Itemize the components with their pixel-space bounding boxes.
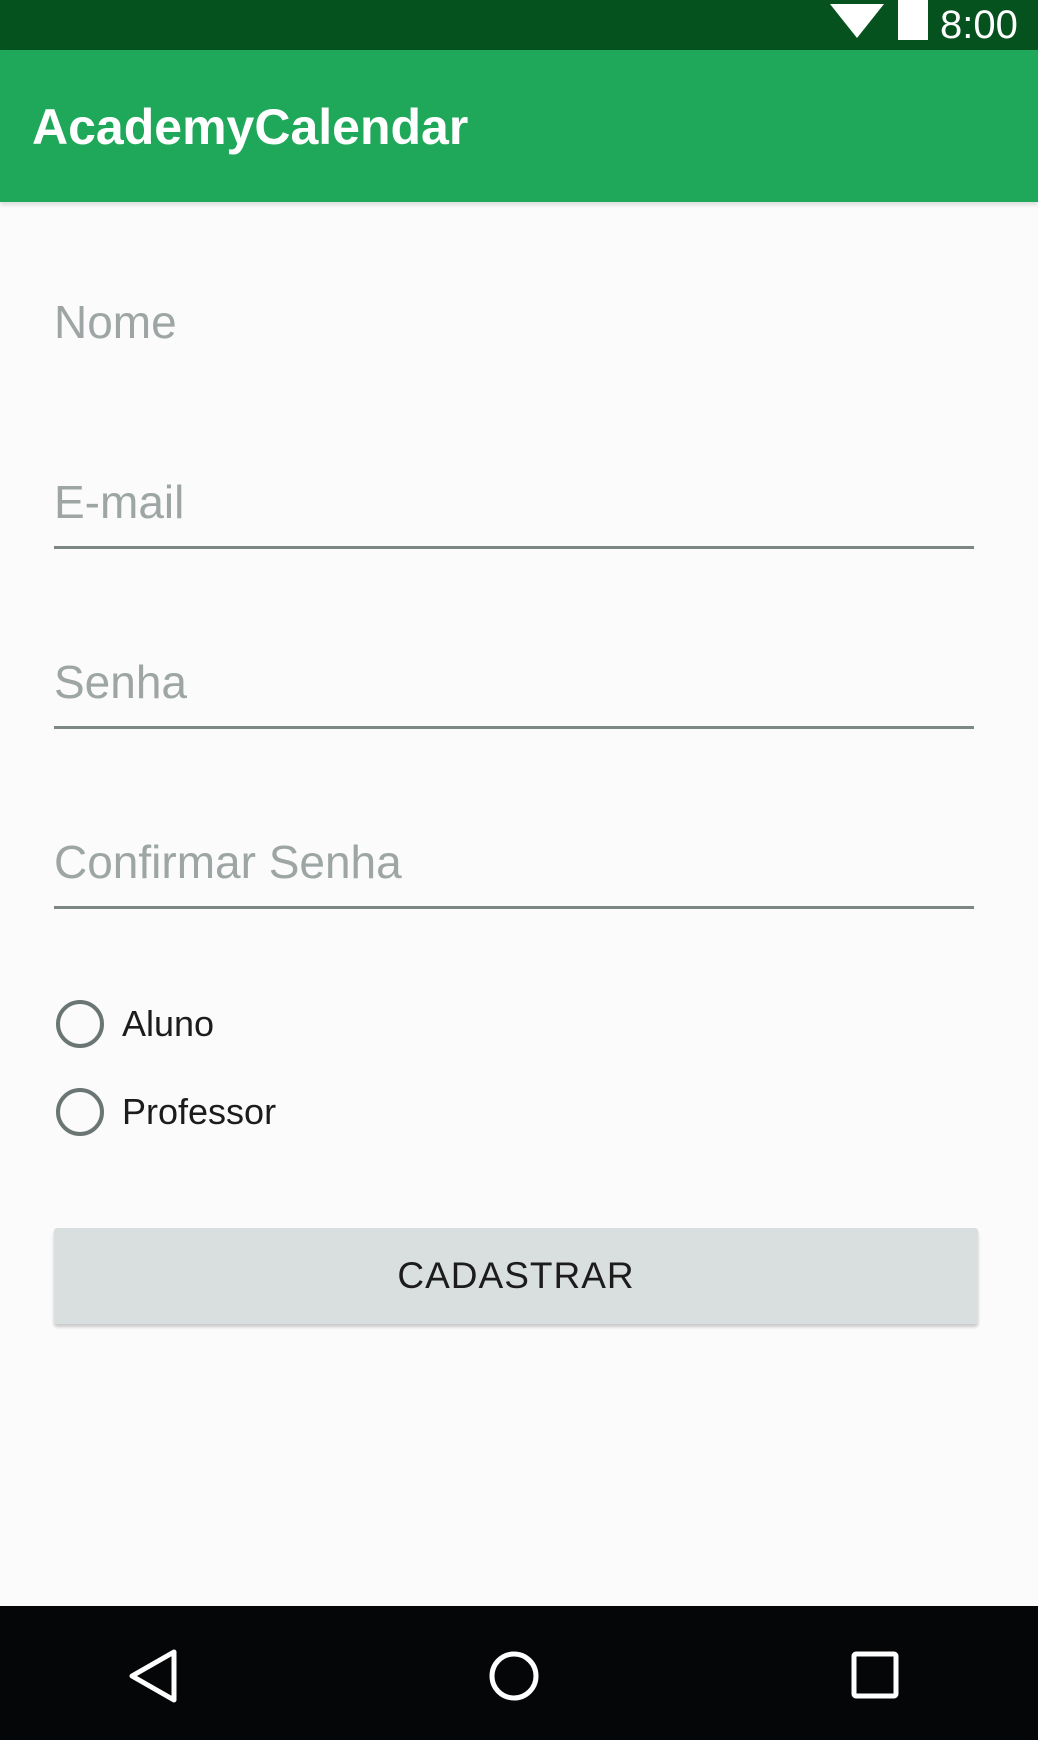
name-underline: [54, 366, 974, 369]
status-bar: 8:00: [0, 0, 1038, 50]
screen: 8:00 AcademyCalendar Aluno Professor CAD…: [0, 0, 1038, 1740]
email-field: [54, 472, 974, 549]
confirm-password-field: [54, 832, 974, 909]
password-field: [54, 652, 974, 729]
radio-aluno[interactable]: Aluno: [56, 994, 214, 1054]
recents-square-icon[interactable]: [836, 1636, 916, 1716]
home-circle-icon[interactable]: [474, 1636, 554, 1716]
confirm-password-input[interactable]: [54, 832, 974, 892]
navigation-bar: [0, 1606, 1038, 1740]
radio-aluno-label: Aluno: [122, 1003, 215, 1044]
email-underline: [54, 546, 974, 549]
back-triangle-icon[interactable]: [112, 1636, 192, 1716]
password-underline: [54, 726, 974, 729]
app-bar: AcademyCalendar: [0, 50, 1038, 202]
battery-icon: [898, 0, 928, 40]
email-input[interactable]: [54, 472, 974, 532]
radio-professor[interactable]: Professor: [56, 1082, 276, 1142]
radio-circle-icon[interactable]: [56, 1088, 104, 1136]
name-input[interactable]: [54, 292, 974, 352]
wifi-icon: [830, 4, 884, 38]
status-time: 8:00: [940, 3, 1018, 47]
password-input[interactable]: [54, 652, 974, 712]
name-field: [54, 292, 974, 369]
confirm-password-underline: [54, 906, 974, 909]
radio-professor-label: Professor: [122, 1091, 277, 1132]
radio-circle-icon[interactable]: [56, 1000, 104, 1048]
app-title: AcademyCalendar: [32, 99, 469, 155]
register-button[interactable]: CADASTRAR: [54, 1228, 978, 1324]
